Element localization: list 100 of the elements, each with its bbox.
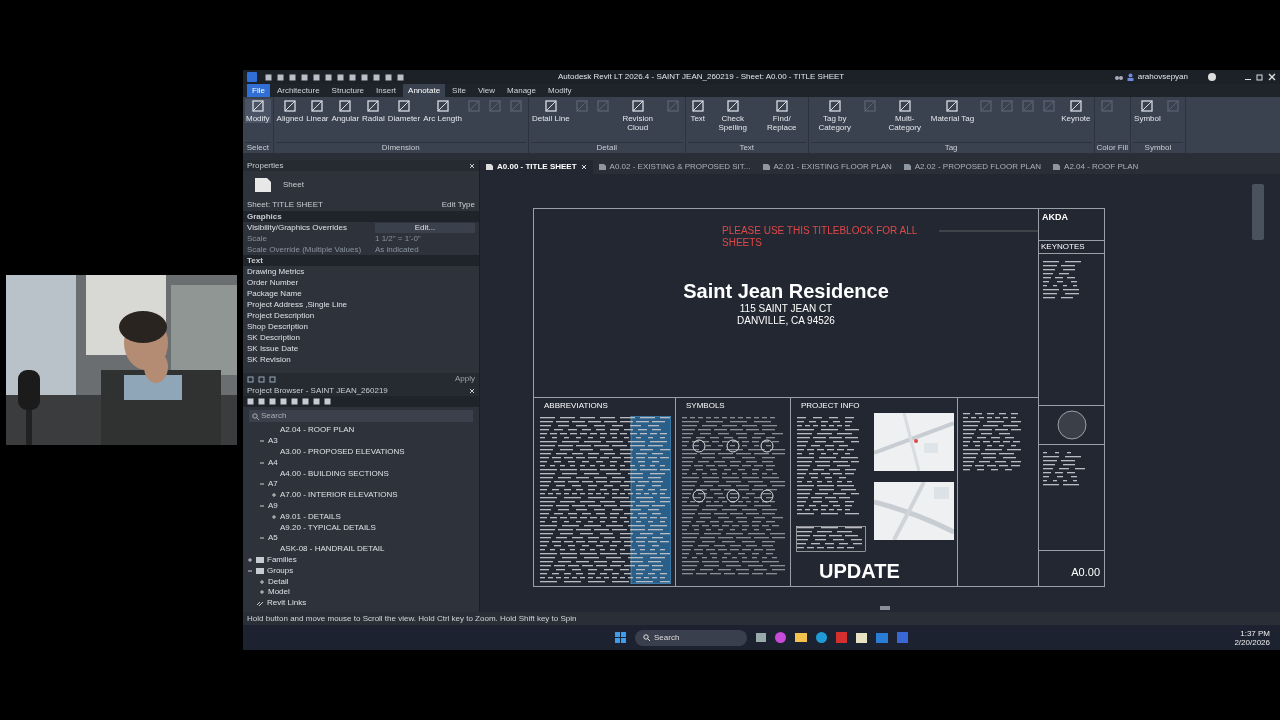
ribbon-button[interactable]: Linear <box>305 99 330 123</box>
ribbon-tab[interactable]: Insert <box>371 84 402 97</box>
ribbon-tab[interactable]: View <box>472 84 501 97</box>
tree-item[interactable]: Model <box>268 587 290 598</box>
ribbon-button[interactable]: Arc Length <box>422 99 463 123</box>
binoculars-icon[interactable] <box>1114 73 1123 81</box>
ribbon-tab[interactable]: Annotate <box>403 84 446 97</box>
search-field[interactable]: Search <box>249 410 473 422</box>
sheet-tab[interactable]: A2.02 - PROPOSED FLOOR PLAN <box>897 160 1048 174</box>
ribbon-button[interactable]: Revision Cloud <box>613 99 662 132</box>
tool-icon <box>250 99 265 113</box>
tree-item[interactable]: A9.01 - DETAILS <box>280 511 341 522</box>
sheet-icon <box>903 164 911 170</box>
store-icon[interactable] <box>856 632 867 643</box>
group-header[interactable]: Text <box>243 255 479 266</box>
section-heading: PROJECT INFO <box>800 400 861 412</box>
ribbon-button[interactable]: Text <box>687 99 708 123</box>
ribbon-button[interactable]: Angular <box>330 99 361 123</box>
tree-item[interactable]: ASK-08 - HANDRAIL DETAIL <box>280 544 385 555</box>
ribbon-tab[interactable]: Modify <box>543 84 577 97</box>
tree-item[interactable]: A4.00 - BUILDING SECTIONS <box>280 468 389 479</box>
tool-icon <box>1068 99 1083 113</box>
collapse-icon[interactable] <box>259 502 265 509</box>
seal-drawing <box>1056 410 1087 440</box>
tree-item[interactable]: A2.04 - ROOF PLAN <box>280 425 355 436</box>
property-name: Shop Description <box>247 321 309 332</box>
clock-date[interactable]: 2/20/2026 <box>1234 637 1270 647</box>
sheet-tab[interactable]: A2.04 - ROOF PLAN <box>1047 160 1145 174</box>
ribbon-button[interactable]: Keynote <box>1060 99 1092 123</box>
expand-icon[interactable] <box>271 492 277 499</box>
sheet-icon <box>598 164 606 170</box>
browser-icon[interactable] <box>816 632 827 643</box>
collapse-icon[interactable] <box>259 438 265 445</box>
ribbon-tab[interactable]: File <box>247 84 270 97</box>
ribbon-button[interactable]: Multi-Category <box>880 99 929 132</box>
ribbon-button[interactable]: Material Tag <box>929 99 976 123</box>
ribbon-button[interactable]: Tag by Category <box>810 99 859 132</box>
close-icon[interactable] <box>1268 73 1276 81</box>
ribbon-button[interactable]: Detail Line <box>530 99 571 123</box>
tree-item[interactable]: A7 <box>268 479 278 490</box>
collapse-icon[interactable] <box>247 567 253 574</box>
tree-item[interactable]: Detail <box>268 576 289 587</box>
expand-icon[interactable] <box>259 589 265 596</box>
ribbon-button[interactable]: Modify <box>245 99 271 123</box>
windows-start-icon[interactable] <box>615 632 626 643</box>
property-value[interactable]: Edit... <box>375 222 475 233</box>
tree-item[interactable]: A9 <box>268 500 278 511</box>
ribbon-button[interactable]: Radial <box>361 99 386 123</box>
ribbon-button[interactable]: Check Spelling <box>708 99 757 132</box>
sheet-tab[interactable]: A2.01 - EXISTING FLOOR PLAN <box>756 160 898 174</box>
ribbon-button[interactable]: Find/ Replace <box>757 99 806 132</box>
restore-icon[interactable] <box>1256 73 1264 81</box>
help-icon[interactable] <box>1208 73 1216 81</box>
user-name[interactable]: arahovsepyan <box>1137 71 1188 83</box>
expand-icon[interactable] <box>259 578 265 585</box>
ribbon-button[interactable]: Diameter <box>386 99 422 123</box>
tree-item[interactable]: A3.00 - PROPOSED ELEVATIONS <box>280 447 405 457</box>
mail-icon[interactable] <box>876 632 888 643</box>
tree-item[interactable]: Groups <box>267 565 294 576</box>
ribbon-tab[interactable]: Architecture <box>271 84 325 97</box>
type-selector[interactable]: Sheet <box>243 171 479 199</box>
tool-icon <box>574 99 589 113</box>
ribbon-button[interactable]: Symbol <box>1133 99 1162 123</box>
expand-icon[interactable] <box>247 556 253 563</box>
ribbon-tab[interactable]: Site <box>447 84 471 97</box>
collapse-icon[interactable] <box>259 459 265 466</box>
taskbar-search-field[interactable]: Search <box>635 629 747 646</box>
clock-time[interactable]: 1:37 PM <box>1240 628 1270 638</box>
close-icon[interactable] <box>469 387 475 394</box>
apply-button[interactable]: Apply <box>455 373 475 385</box>
tree-item[interactable]: A5 <box>268 533 278 544</box>
sheet-number: A0.00 <box>1071 564 1100 580</box>
edit-type-button[interactable]: Edit Type <box>441 199 475 211</box>
tree-item[interactable]: Revit Links <box>267 598 307 609</box>
ribbon-button[interactable]: Aligned <box>275 99 305 123</box>
tool-icon <box>435 99 450 113</box>
property-name: SK Revision <box>247 354 292 365</box>
ribbon-tab[interactable]: Manage <box>502 84 541 97</box>
tool-icon <box>282 99 297 113</box>
tree-item[interactable]: A3 <box>268 436 278 447</box>
tree-item[interactable]: Families <box>267 554 297 565</box>
collapse-icon[interactable] <box>259 535 265 542</box>
collapse-icon[interactable] <box>259 481 265 488</box>
ribbon-tab[interactable]: Structure <box>326 84 370 97</box>
keynotes-heading: KEYNOTES <box>1039 241 1104 254</box>
sheet-tab[interactable]: A0.00 - TITLE SHEET <box>480 160 593 174</box>
property-name: SK Issue Date <box>247 343 300 354</box>
sheet-tab[interactable]: A0.02 - EXISTING & PROPOSED SIT... <box>592 160 757 174</box>
scrollbar-thumb[interactable] <box>880 606 890 610</box>
tree-item[interactable]: A9.20 - TYPICAL DETAILS <box>280 522 376 533</box>
table-drawing <box>796 526 866 552</box>
sheet-title: Saint Jean Residence <box>683 279 889 303</box>
tool-icon <box>945 99 960 113</box>
user-icon[interactable] <box>1126 73 1134 81</box>
group-header[interactable]: Graphics <box>243 211 479 222</box>
tool-icon <box>774 99 789 113</box>
expand-icon[interactable] <box>271 513 277 520</box>
close-icon[interactable] <box>469 162 475 169</box>
tree-item[interactable]: A7.00 - INTERIOR ELEVATIONS <box>280 490 398 501</box>
tree-item[interactable]: A4 <box>268 457 278 468</box>
